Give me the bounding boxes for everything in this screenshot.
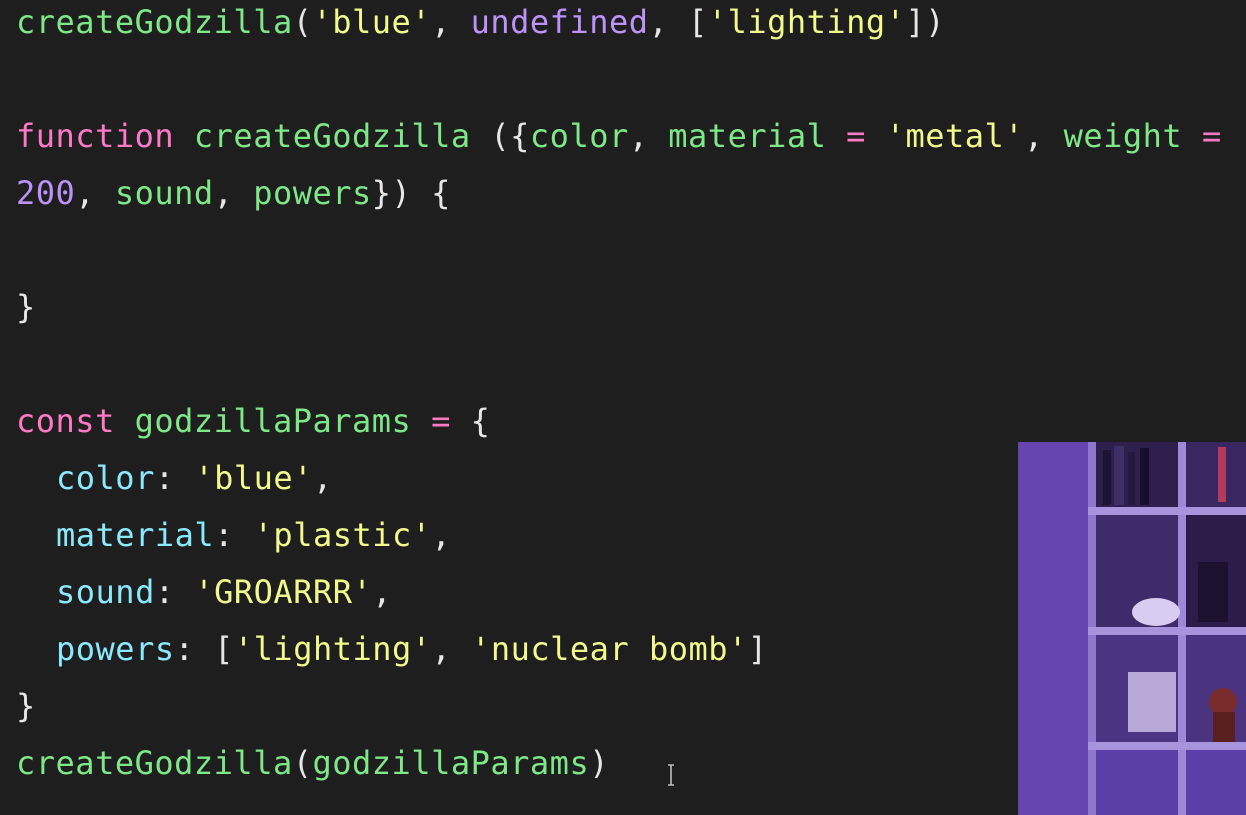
- closing-brace: }: [16, 687, 36, 725]
- string-literal: 'plastic': [253, 516, 432, 554]
- punctuation: ({: [470, 117, 530, 155]
- punctuation: ,: [431, 630, 472, 668]
- code-line-12[interactable]: powers: ['lighting', 'nuclear bomb']: [56, 629, 768, 669]
- string-literal: 'metal': [885, 117, 1025, 155]
- punctuation: (: [292, 744, 313, 782]
- operator: =: [1182, 117, 1222, 155]
- function-call: createGodzilla: [16, 3, 293, 41]
- punctuation: ,: [628, 117, 669, 155]
- punctuation: (: [292, 3, 313, 41]
- undefined-keyword: undefined: [470, 3, 649, 41]
- variable-name: godzillaParams: [134, 402, 412, 440]
- punctuation: ,: [431, 516, 452, 554]
- object-key: powers: [56, 630, 175, 668]
- code-line-1[interactable]: createGodzilla('blue', undefined, ['ligh…: [16, 2, 945, 42]
- webcam-scene: [1018, 442, 1246, 815]
- punctuation: , [: [648, 3, 708, 41]
- punctuation: :: [154, 573, 195, 611]
- punctuation: ]: [747, 630, 768, 668]
- param-name: color: [529, 117, 629, 155]
- closing-brace: }: [16, 288, 36, 326]
- function-call: createGodzilla: [16, 744, 293, 782]
- code-line-8[interactable]: const godzillaParams = {: [16, 401, 490, 441]
- code-line-3[interactable]: function createGodzilla ({color, materia…: [16, 116, 1222, 156]
- opening-brace: {: [470, 402, 491, 440]
- function-name: createGodzilla: [193, 117, 471, 155]
- code-line-11[interactable]: sound: 'GROARRR',: [56, 572, 392, 612]
- object-key: material: [56, 516, 215, 554]
- param-name: sound: [114, 174, 214, 212]
- punctuation: ,: [431, 3, 471, 41]
- object-key: sound: [56, 573, 155, 611]
- operator: =: [411, 402, 471, 440]
- number-literal: 200: [16, 174, 76, 212]
- argument: godzillaParams: [312, 744, 590, 782]
- punctuation: ): [589, 744, 609, 782]
- punctuation: ,: [312, 459, 333, 497]
- webcam-overlay: [1018, 442, 1246, 815]
- text-cursor-icon: [668, 764, 674, 786]
- punctuation: ]): [905, 3, 945, 41]
- punctuation: ,: [372, 573, 393, 611]
- keyword: const: [16, 402, 115, 440]
- operator: =: [826, 117, 886, 155]
- punctuation: ,: [213, 174, 254, 212]
- string-literal: 'nuclear bomb': [471, 630, 748, 668]
- punctuation: }) {: [371, 174, 451, 212]
- string-literal: 'blue': [312, 3, 432, 41]
- punctuation: :: [214, 516, 254, 554]
- string-literal: 'blue': [194, 459, 313, 497]
- code-editor[interactable]: createGodzilla('blue', undefined, ['ligh…: [0, 0, 1246, 815]
- param-name: weight: [1063, 117, 1183, 155]
- param-name: material: [668, 117, 827, 155]
- param-name: powers: [253, 174, 372, 212]
- punctuation: :: [154, 459, 195, 497]
- code-line-14[interactable]: createGodzilla(godzillaParams): [16, 743, 609, 783]
- string-literal: 'lighting': [233, 630, 432, 668]
- code-line-6[interactable]: }: [16, 287, 36, 327]
- keyword: function: [16, 117, 175, 155]
- string-literal: 'GROARRR': [194, 573, 373, 611]
- code-line-4[interactable]: 200, sound, powers}) {: [16, 173, 451, 213]
- object-key: color: [56, 459, 155, 497]
- string-literal: 'lighting': [707, 3, 906, 41]
- punctuation: ,: [75, 174, 115, 212]
- punctuation: ,: [1024, 117, 1064, 155]
- code-line-9[interactable]: color: 'blue',: [56, 458, 333, 498]
- code-line-13[interactable]: }: [16, 686, 36, 726]
- code-line-10[interactable]: material: 'plastic',: [56, 515, 451, 555]
- punctuation: : [: [174, 630, 234, 668]
